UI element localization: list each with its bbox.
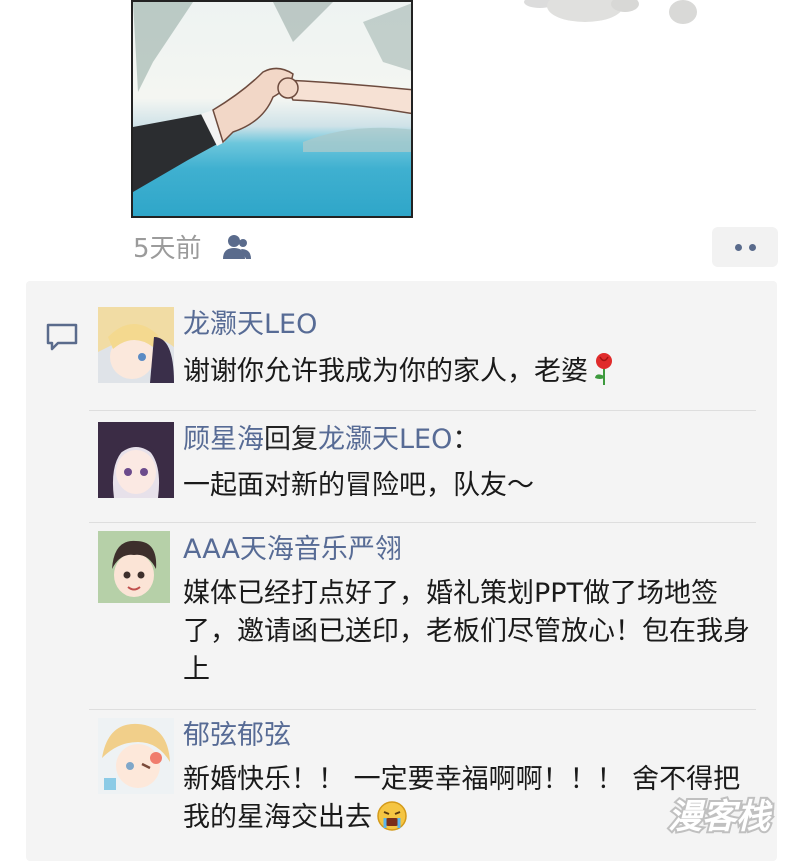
friends-icon[interactable] [221,233,253,261]
comment-icon [46,323,78,351]
avatar-image [98,718,174,794]
comment-text: 一起面对新的冒险吧，队友～ [183,470,534,501]
post-timestamp: 5天前 [133,234,202,264]
avatar-image [98,422,174,498]
more-button[interactable] [712,227,778,267]
watermark-logo: 漫客栈 [664,790,794,842]
reply-word: 回复 [264,424,318,455]
comment-text-content: 谢谢你允许我成为你的家人，老婆 [183,356,588,387]
avatar[interactable] [98,422,174,498]
divider [89,522,756,523]
post-image[interactable] [131,0,413,218]
avatar-image [98,307,174,383]
avatar[interactable] [98,718,174,794]
watermark-logo-image: 漫客栈 [666,795,775,839]
holding-hands-illustration [133,2,411,192]
commenter-name[interactable]: AAA天海音乐严翎 [183,532,402,568]
divider [89,410,756,411]
rose-icon [595,353,612,385]
decorative-cloud [524,0,697,24]
comment-text: 媒体已经打点好了，婚礼策划PPT做了场地签了，邀请函已送印，老板们尽管放心！包在… [183,578,750,685]
svg-text:漫客栈: 漫客栈 [668,797,773,837]
commenter-name-link[interactable]: 顾星海 [183,424,264,455]
avatar[interactable] [98,307,174,383]
comment-text-content: 新婚快乐！！ 一定要幸福啊啊！！！ 舍不得把我的星海交出去 [183,764,741,833]
reply-colon: ： [452,424,480,455]
commenter-name[interactable]: 郁弦郁弦 [183,718,291,754]
divider [89,709,756,710]
commenter-name[interactable]: 龙灏天LEO [183,307,317,343]
commenter-name: 顾星海回复龙灏天LEO： [183,422,479,458]
avatar-image [98,531,170,603]
more-dots-icon [734,243,742,251]
more-dot [748,243,756,251]
comment-text: 谢谢你允许我成为你的家人，老婆 [183,352,763,391]
reply-target-name[interactable]: 龙灏天LEO [318,424,452,455]
crying-face-icon [377,801,407,831]
avatar[interactable] [98,531,170,603]
